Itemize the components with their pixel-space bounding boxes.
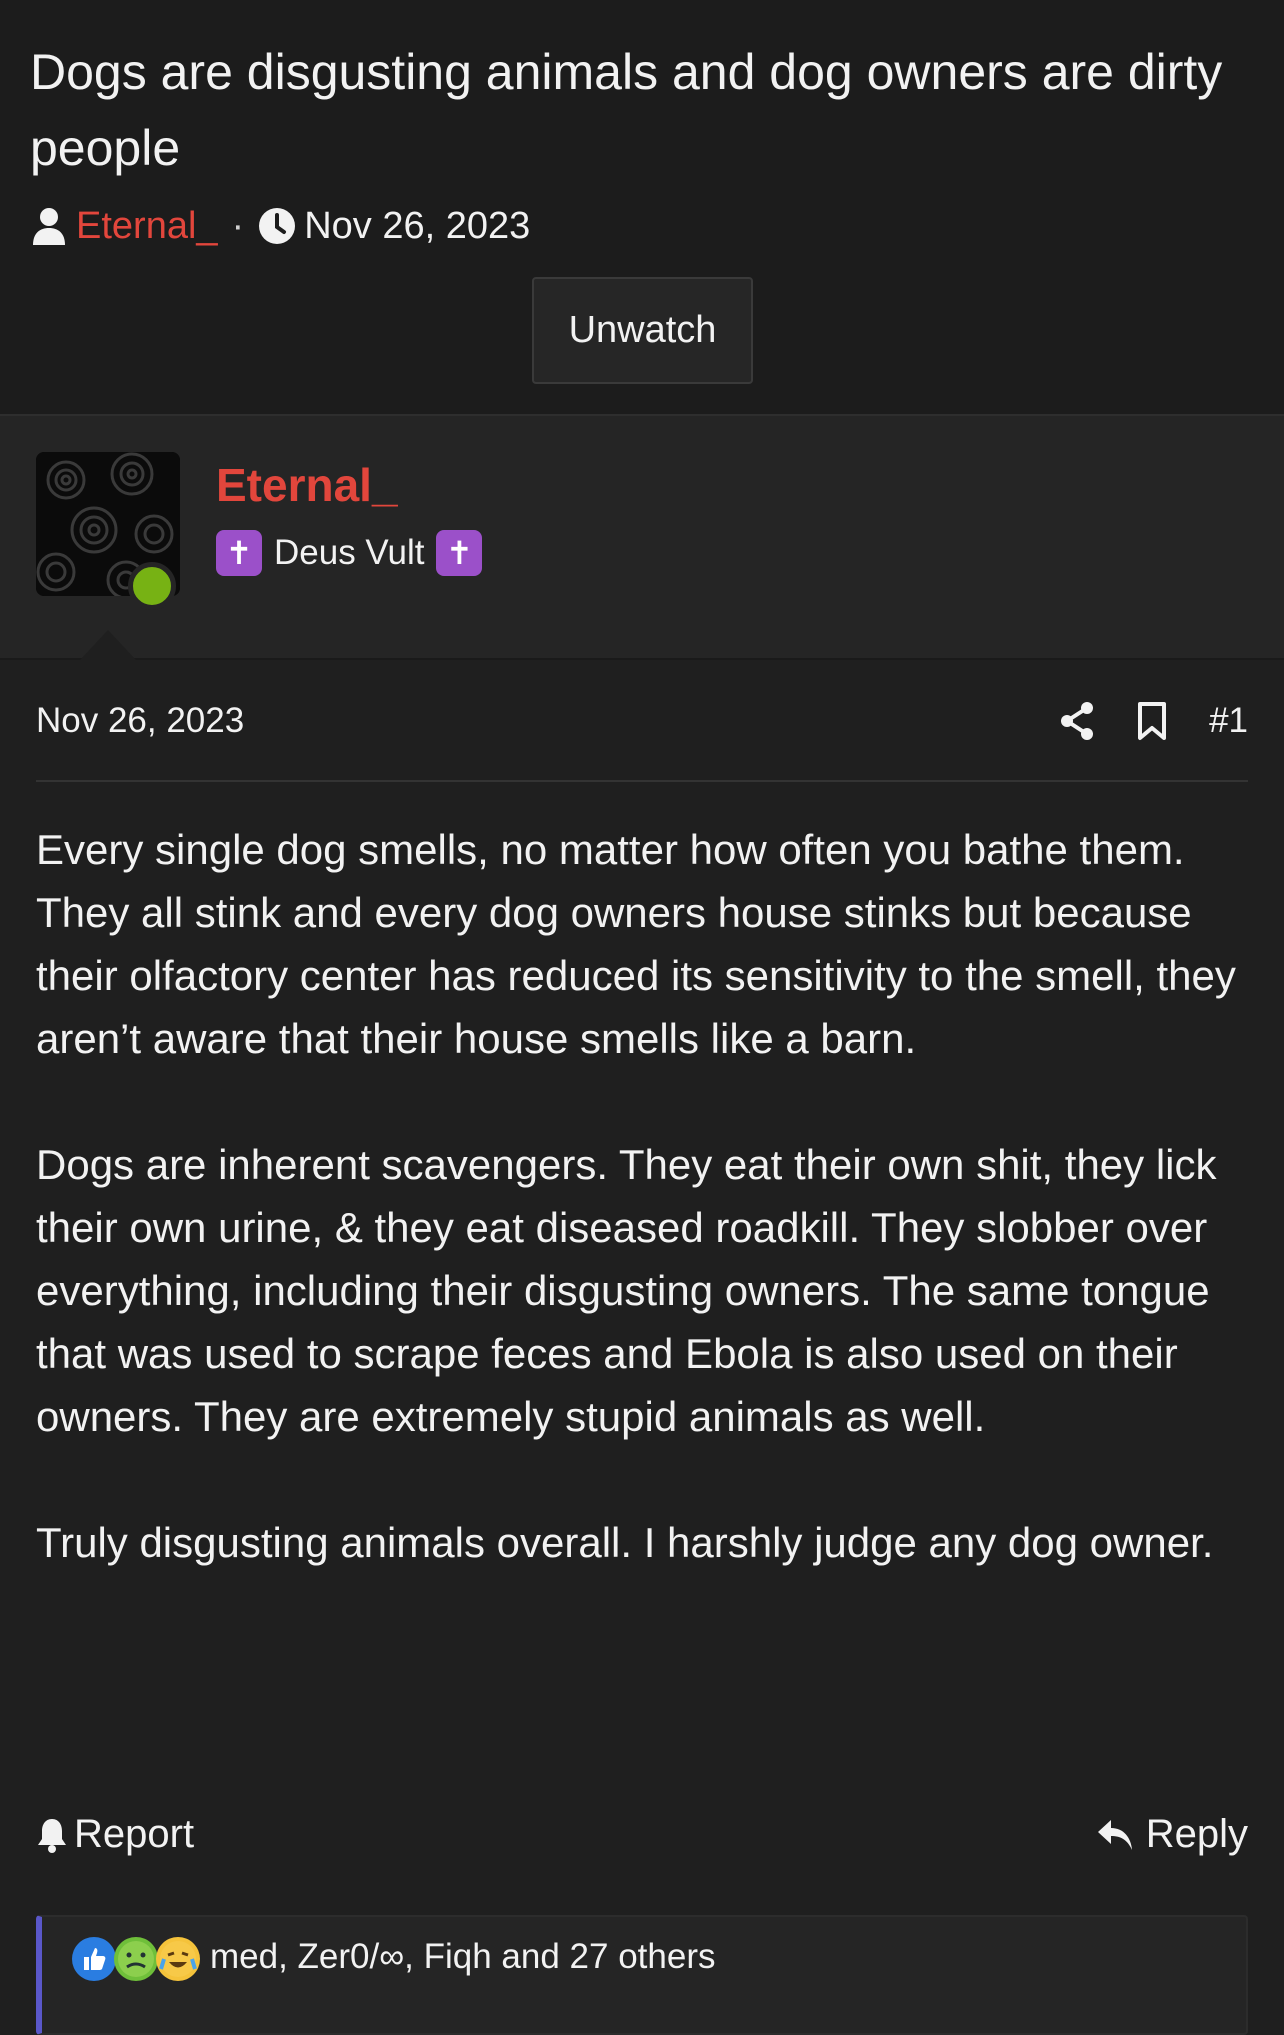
thread-title: Dogs are disgusting animals and dog owne… xyxy=(30,44,1223,176)
post-actions: #1 xyxy=(1017,701,1248,741)
user-icon xyxy=(30,206,68,246)
report-button[interactable]: Report xyxy=(36,1812,194,1857)
crying-laughing-icon xyxy=(156,1937,200,1981)
reply-label: Reply xyxy=(1145,1812,1248,1856)
post-username[interactable]: Eternal_ xyxy=(216,458,398,512)
report-label: Report xyxy=(74,1812,195,1856)
user-title-text: Deus Vult xyxy=(274,533,425,572)
post-body: Every single dog smells, no matter how o… xyxy=(36,818,1248,1637)
thread-header: Dogs are disgusting animals and dog owne… xyxy=(0,0,1284,416)
clock-icon xyxy=(258,206,296,246)
post-date[interactable]: Nov 26, 2023 xyxy=(36,701,244,741)
thread-author-link[interactable]: Eternal_ xyxy=(76,205,218,248)
user-title: ✝ Deus Vult ✝ xyxy=(216,530,483,576)
reply-arrow-icon xyxy=(1096,1818,1134,1852)
thread-meta: Eternal_ · Nov 26, 2023 xyxy=(30,198,1254,254)
cross-icon: ✝ xyxy=(436,530,483,576)
meta-separator: · xyxy=(231,204,245,247)
reply-button[interactable]: Reply xyxy=(1096,1812,1248,1857)
post-paragraph: Every single dog smells, no matter how o… xyxy=(36,826,1236,1062)
online-status-indicator xyxy=(128,562,176,610)
like-icon xyxy=(72,1937,116,1981)
reactions-bar[interactable]: med, Zer0/∞, Fiqh and 27 others xyxy=(36,1915,1248,2035)
cross-icon: ✝ xyxy=(216,530,262,576)
reaction-icons xyxy=(72,1937,200,1981)
unwatch-button[interactable]: Unwatch xyxy=(532,277,753,384)
reactions-summary[interactable]: med, Zer0/∞, Fiqh and 27 others xyxy=(210,1937,715,1977)
share-icon[interactable] xyxy=(1059,701,1095,741)
message-pointer xyxy=(80,630,136,660)
post-paragraph: Dogs are inherent scavengers. They eat t… xyxy=(36,1141,1217,1440)
post-meta-bar: Nov 26, 2023 #1 xyxy=(36,662,1248,782)
post-paragraph: Truly disgusting animals overall. I hars… xyxy=(36,1519,1214,1566)
bell-icon xyxy=(36,1817,68,1853)
post-user-block xyxy=(0,416,1284,660)
bookmark-icon[interactable] xyxy=(1137,701,1167,741)
post-footer: Report Reply xyxy=(36,1812,1248,1857)
thread-date[interactable]: Nov 26, 2023 xyxy=(304,205,530,248)
nauseated-icon xyxy=(114,1937,158,1981)
post-number-link[interactable]: #1 xyxy=(1209,701,1248,741)
